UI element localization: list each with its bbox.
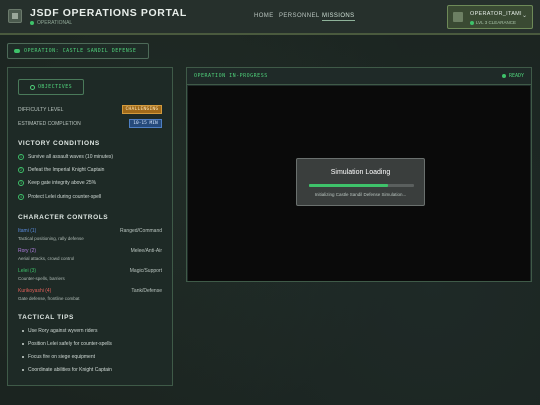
target-icon: [29, 84, 35, 90]
system-status: OPERATIONAL: [30, 20, 72, 26]
tip-text: Focus fire on siege equipment: [28, 354, 95, 360]
clearance-dot-icon: [470, 20, 474, 25]
character-role: Tank/Defense: [131, 288, 162, 294]
bullet-icon: [22, 343, 24, 345]
nav-missions[interactable]: MISSIONS: [322, 13, 355, 21]
tip-item: Focus fire on siege equipment: [22, 354, 95, 360]
simulation-title: OPERATION IN-PROGRESS: [194, 73, 268, 79]
character-desc: Tactical positioning, rally defense: [18, 236, 84, 241]
chevron-down-icon[interactable]: ⌄: [522, 12, 527, 19]
victory-text: Keep gate integrity above 25%: [28, 180, 97, 186]
ready-indicator: READY: [501, 73, 524, 79]
objectives-label: OBJECTIVES: [37, 84, 73, 90]
character-desc: Counter-spells, barriers: [18, 276, 65, 281]
nav-personnel[interactable]: PERSONNEL: [279, 13, 320, 19]
difficulty-label: DIFFICULTY LEVEL: [18, 107, 64, 113]
bullet-icon: [22, 369, 24, 371]
operation-tag: OPERATION: CASTLE SANDIL DEFENSE: [7, 43, 149, 59]
loading-dialog: Simulation Loading Initializing Castle S…: [296, 158, 425, 206]
tips-title: TACTICAL TIPS: [18, 314, 74, 321]
objectives-button[interactable]: OBJECTIVES: [18, 79, 84, 95]
victory-item: 4 Protect Lelei during counter-spell: [18, 194, 101, 200]
character-role: Magic/Support: [129, 268, 162, 274]
completion-badge: 10-15 MIN: [129, 119, 162, 128]
operation-status-icon: [14, 49, 20, 53]
simulation-panel: OPERATION IN-PROGRESS READY Simulation L…: [186, 67, 532, 282]
character-desc: Gate defense, frontline combat: [18, 296, 80, 301]
victory-text: Survive all assault waves (10 minutes): [28, 154, 114, 160]
status-dot-icon: [30, 21, 34, 25]
victory-number: 3: [18, 180, 24, 186]
top-header: JSDF OPERATIONS PORTAL OPERATIONAL HOME …: [0, 0, 540, 35]
portal-logo-icon: [8, 9, 22, 23]
portal-title: JSDF OPERATIONS PORTAL: [30, 7, 187, 19]
characters-title: CHARACTER CONTROLS: [18, 214, 109, 221]
operator-name: OPERATOR_ITAMI: [470, 11, 522, 17]
simulation-header: OPERATION IN-PROGRESS READY: [187, 68, 531, 85]
character-role: Melee/Anti-Air: [130, 248, 162, 254]
simulation-viewport[interactable]: Simulation Loading Initializing Castle S…: [188, 86, 530, 281]
character-role: Ranged/Command: [120, 228, 162, 234]
victory-text: Protect Lelei during counter-spell: [28, 194, 102, 200]
operator-level: LVL 3 CLEARANCE: [470, 20, 516, 25]
operator-avatar-icon: [453, 12, 463, 22]
bullet-icon: [22, 356, 24, 358]
tip-text: Coordinate abilities for Knight Captain: [28, 367, 112, 373]
ready-dot-icon: [501, 74, 506, 78]
character-name: Kurikoyashi (4): [18, 288, 52, 294]
nav-home[interactable]: HOME: [254, 13, 274, 19]
victory-number: 4: [18, 194, 24, 200]
objectives-panel: OBJECTIVES DIFFICULTY LEVEL CHALLENGING …: [7, 67, 173, 386]
tip-text: Use Rory against wyvern riders: [28, 328, 98, 334]
victory-item: 2 Defeat the Imperial Knight Captain: [18, 167, 104, 173]
victory-item: 3 Keep gate integrity above 25%: [18, 180, 96, 186]
character-name: Lelei (3): [18, 268, 37, 274]
operation-name: OPERATION: CASTLE SANDIL DEFENSE: [24, 48, 137, 54]
tip-text: Position Lelei safely for counter-spells: [28, 341, 112, 347]
tip-item: Position Lelei safely for counter-spells: [22, 341, 112, 347]
victory-number: 1: [18, 154, 24, 160]
character-name: Itami (1): [18, 228, 37, 234]
character-desc: Aerial attacks, crowd control: [18, 256, 75, 261]
ready-text: READY: [508, 73, 524, 79]
character-name: Rory (2): [18, 248, 37, 254]
difficulty-badge: CHALLENGING: [122, 105, 162, 114]
victory-text: Defeat the Imperial Knight Captain: [28, 167, 105, 173]
victory-title: VICTORY CONDITIONS: [18, 140, 100, 147]
tip-item: Coordinate abilities for Knight Captain: [22, 367, 112, 373]
tip-item: Use Rory against wyvern riders: [22, 328, 97, 334]
victory-number: 2: [18, 167, 24, 173]
loading-progress-fill: [309, 184, 388, 187]
victory-item: 1 Survive all assault waves (10 minutes): [18, 154, 113, 160]
status-text: OPERATIONAL: [37, 20, 73, 26]
clearance-text: LVL 3 CLEARANCE: [476, 20, 517, 25]
loading-title: Simulation Loading: [330, 169, 391, 176]
loading-subtitle: Initializing Castle Sandil Defense Simul…: [314, 192, 407, 197]
operator-menu[interactable]: OPERATOR_ITAMI LVL 3 CLEARANCE ⌄: [447, 5, 533, 29]
loading-progress-bar: [309, 184, 414, 187]
completion-label: ESTIMATED COMPLETION: [18, 121, 81, 127]
bullet-icon: [22, 330, 24, 332]
